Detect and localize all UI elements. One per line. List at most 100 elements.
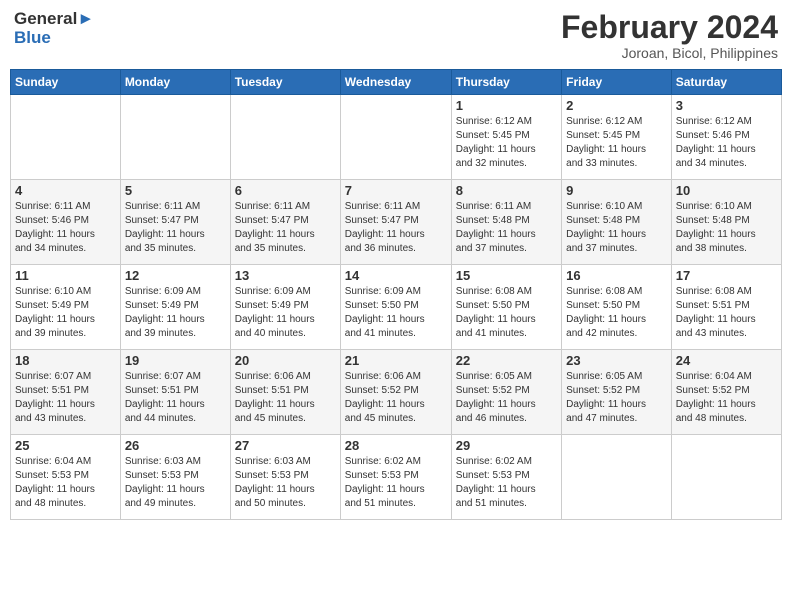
day-cell: 9 Sunrise: 6:10 AM Sunset: 5:48 PM Daylig… <box>562 180 672 265</box>
day-number: 26 <box>125 438 226 453</box>
day-info: Sunrise: 6:06 AM Sunset: 5:51 PM Dayligh… <box>235 370 336 426</box>
day-number: 9 <box>566 183 667 198</box>
header-row: SundayMondayTuesdayWednesdayThursdayFrid… <box>11 70 782 95</box>
day-info: Sunrise: 6:02 AM Sunset: 5:53 PM Dayligh… <box>456 455 557 511</box>
day-cell <box>230 95 340 180</box>
day-info: Sunrise: 6:07 AM Sunset: 5:51 PM Dayligh… <box>125 370 226 426</box>
week-row-2: 4 Sunrise: 6:11 AM Sunset: 5:46 PM Daylig… <box>11 180 782 265</box>
day-info: Sunrise: 6:09 AM Sunset: 5:49 PM Dayligh… <box>235 285 336 341</box>
week-row-3: 11Sunrise: 6:10 AM Sunset: 5:49 PM Dayli… <box>11 265 782 350</box>
day-cell: 28 Sunrise: 6:02 AM Sunset: 5:53 PM Dayli… <box>340 435 451 520</box>
day-info: Sunrise: 6:03 AM Sunset: 5:53 PM Dayligh… <box>125 455 226 511</box>
day-info: Sunrise: 6:02 AM Sunset: 5:53 PM Dayligh… <box>345 455 447 511</box>
day-cell <box>562 435 672 520</box>
header-cell-thursday: Thursday <box>451 70 561 95</box>
day-number: 13 <box>235 268 336 283</box>
day-cell: 4 Sunrise: 6:11 AM Sunset: 5:46 PM Daylig… <box>11 180 121 265</box>
day-cell: 1 Sunrise: 6:12 AM Sunset: 5:45 PM Daylig… <box>451 95 561 180</box>
day-number: 19 <box>125 353 226 368</box>
day-cell: 16 Sunrise: 6:08 AM Sunset: 5:50 PM Dayli… <box>562 265 672 350</box>
day-info: Sunrise: 6:11 AM Sunset: 5:48 PM Dayligh… <box>456 200 557 256</box>
day-number: 4 <box>15 183 116 198</box>
day-number: 24 <box>676 353 777 368</box>
title-block: February 2024 Joroan, Bicol, Philippines <box>561 10 778 61</box>
day-number: 21 <box>345 353 447 368</box>
day-info: Sunrise: 6:03 AM Sunset: 5:53 PM Dayligh… <box>235 455 336 511</box>
day-cell <box>340 95 451 180</box>
day-cell <box>11 95 121 180</box>
day-cell: 15 Sunrise: 6:08 AM Sunset: 5:50 PM Dayli… <box>451 265 561 350</box>
day-number: 10 <box>676 183 777 198</box>
month-year: February 2024 <box>561 10 778 45</box>
day-info: Sunrise: 6:11 AM Sunset: 5:47 PM Dayligh… <box>125 200 226 256</box>
page-header: General► Blue February 2024 Joroan, Bico… <box>10 10 782 61</box>
day-cell: 5 Sunrise: 6:11 AM Sunset: 5:47 PM Daylig… <box>120 180 230 265</box>
day-cell: 22Sunrise: 6:05 AM Sunset: 5:52 PM Dayli… <box>451 350 561 435</box>
day-cell: 25Sunrise: 6:04 AM Sunset: 5:53 PM Dayli… <box>11 435 121 520</box>
day-cell: 10Sunrise: 6:10 AM Sunset: 5:48 PM Dayli… <box>671 180 781 265</box>
day-cell: 14 Sunrise: 6:09 AM Sunset: 5:50 PM Dayli… <box>340 265 451 350</box>
day-info: Sunrise: 6:08 AM Sunset: 5:50 PM Dayligh… <box>566 285 667 341</box>
header-cell-friday: Friday <box>562 70 672 95</box>
day-number: 7 <box>345 183 447 198</box>
day-number: 12 <box>125 268 226 283</box>
day-info: Sunrise: 6:11 AM Sunset: 5:46 PM Dayligh… <box>15 200 116 256</box>
day-cell: 13 Sunrise: 6:09 AM Sunset: 5:49 PM Dayli… <box>230 265 340 350</box>
day-cell: 20 Sunrise: 6:06 AM Sunset: 5:51 PM Dayli… <box>230 350 340 435</box>
day-info: Sunrise: 6:11 AM Sunset: 5:47 PM Dayligh… <box>345 200 447 256</box>
day-number: 27 <box>235 438 336 453</box>
day-info: Sunrise: 6:09 AM Sunset: 5:49 PM Dayligh… <box>125 285 226 341</box>
day-number: 23 <box>566 353 667 368</box>
day-number: 8 <box>456 183 557 198</box>
day-info: Sunrise: 6:12 AM Sunset: 5:45 PM Dayligh… <box>456 115 557 171</box>
day-info: Sunrise: 6:11 AM Sunset: 5:47 PM Dayligh… <box>235 200 336 256</box>
day-number: 14 <box>345 268 447 283</box>
day-cell: 2Sunrise: 6:12 AM Sunset: 5:45 PM Daylig… <box>562 95 672 180</box>
day-number: 1 <box>456 98 557 113</box>
day-cell: 19 Sunrise: 6:07 AM Sunset: 5:51 PM Dayli… <box>120 350 230 435</box>
calendar-table: SundayMondayTuesdayWednesdayThursdayFrid… <box>10 69 782 520</box>
day-number: 17 <box>676 268 777 283</box>
day-cell: 11Sunrise: 6:10 AM Sunset: 5:49 PM Dayli… <box>11 265 121 350</box>
day-info: Sunrise: 6:04 AM Sunset: 5:52 PM Dayligh… <box>676 370 777 426</box>
day-cell: 26 Sunrise: 6:03 AM Sunset: 5:53 PM Dayli… <box>120 435 230 520</box>
day-info: Sunrise: 6:06 AM Sunset: 5:52 PM Dayligh… <box>345 370 447 426</box>
header-cell-sunday: Sunday <box>11 70 121 95</box>
day-info: Sunrise: 6:09 AM Sunset: 5:50 PM Dayligh… <box>345 285 447 341</box>
header-cell-saturday: Saturday <box>671 70 781 95</box>
day-cell: 12 Sunrise: 6:09 AM Sunset: 5:49 PM Dayli… <box>120 265 230 350</box>
day-number: 16 <box>566 268 667 283</box>
header-cell-wednesday: Wednesday <box>340 70 451 95</box>
header-cell-monday: Monday <box>120 70 230 95</box>
day-cell: 8 Sunrise: 6:11 AM Sunset: 5:48 PM Daylig… <box>451 180 561 265</box>
day-number: 11 <box>15 268 116 283</box>
day-info: Sunrise: 6:12 AM Sunset: 5:45 PM Dayligh… <box>566 115 667 171</box>
day-number: 3 <box>676 98 777 113</box>
day-info: Sunrise: 6:12 AM Sunset: 5:46 PM Dayligh… <box>676 115 777 171</box>
day-cell: 21 Sunrise: 6:06 AM Sunset: 5:52 PM Dayli… <box>340 350 451 435</box>
day-cell: 29 Sunrise: 6:02 AM Sunset: 5:53 PM Dayli… <box>451 435 561 520</box>
day-number: 5 <box>125 183 226 198</box>
day-number: 20 <box>235 353 336 368</box>
day-number: 25 <box>15 438 116 453</box>
day-cell: 24 Sunrise: 6:04 AM Sunset: 5:52 PM Dayli… <box>671 350 781 435</box>
day-cell: 7 Sunrise: 6:11 AM Sunset: 5:47 PM Daylig… <box>340 180 451 265</box>
day-info: Sunrise: 6:10 AM Sunset: 5:48 PM Dayligh… <box>566 200 667 256</box>
day-info: Sunrise: 6:05 AM Sunset: 5:52 PM Dayligh… <box>566 370 667 426</box>
day-cell <box>671 435 781 520</box>
day-number: 29 <box>456 438 557 453</box>
location: Joroan, Bicol, Philippines <box>561 45 778 61</box>
day-number: 6 <box>235 183 336 198</box>
day-info: Sunrise: 6:08 AM Sunset: 5:51 PM Dayligh… <box>676 285 777 341</box>
logo: General► Blue <box>14 10 94 47</box>
day-number: 28 <box>345 438 447 453</box>
day-cell: 18Sunrise: 6:07 AM Sunset: 5:51 PM Dayli… <box>11 350 121 435</box>
day-cell: 6 Sunrise: 6:11 AM Sunset: 5:47 PM Daylig… <box>230 180 340 265</box>
day-number: 15 <box>456 268 557 283</box>
day-number: 18 <box>15 353 116 368</box>
week-row-4: 18 Sunrise: 6:07 AM Sunset: 5:51 PM Dayli… <box>11 350 782 435</box>
day-info: Sunrise: 6:08 AM Sunset: 5:50 PM Dayligh… <box>456 285 557 341</box>
day-info: Sunrise: 6:05 AM Sunset: 5:52 PM Dayligh… <box>456 370 557 426</box>
week-row-5: 25Sunrise: 6:04 AM Sunset: 5:53 PM Dayli… <box>11 435 782 520</box>
day-cell: 17 Sunrise: 6:08 AM Sunset: 5:51 PM Dayli… <box>671 265 781 350</box>
